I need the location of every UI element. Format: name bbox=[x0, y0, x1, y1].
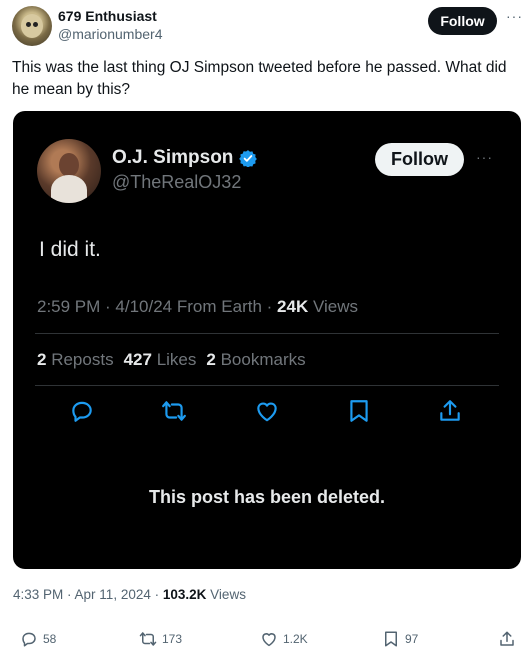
reply-icon bbox=[22, 632, 36, 647]
tweet-date[interactable]: Apr 11, 2024 bbox=[75, 587, 151, 602]
embedded-tweet-text: I did it. bbox=[39, 238, 101, 261]
embedded-follow-button: Follow bbox=[375, 143, 464, 176]
embedded-likes-label: Likes bbox=[156, 350, 197, 369]
bookmark-icon bbox=[350, 400, 368, 422]
embedded-likes-count: 427 bbox=[123, 350, 152, 369]
reply-button[interactable]: 58 bbox=[20, 630, 56, 648]
embedded-views-label: Views bbox=[312, 297, 358, 316]
embedded-time: 2:59 PM bbox=[37, 297, 101, 316]
repost-icon bbox=[139, 632, 157, 646]
repost-count: 173 bbox=[162, 632, 183, 646]
embedded-bookmarks-count: 2 bbox=[206, 350, 216, 369]
share-button[interactable] bbox=[498, 630, 516, 648]
embedded-display-name: O.J. Simpson bbox=[112, 147, 234, 168]
bookmark-button[interactable]: 97 bbox=[382, 630, 418, 648]
action-bar: 58 173 1.2K 97 bbox=[0, 630, 532, 652]
embedded-tweet-stats: 2 Reposts 427 Likes 2 Bookmarks bbox=[37, 350, 306, 370]
embedded-reposts-label: Reposts bbox=[51, 350, 114, 369]
like-button[interactable]: 1.2K bbox=[260, 630, 308, 648]
tweet-meta: 4:33 PM · Apr 11, 2024 · 103.2K Views bbox=[13, 587, 246, 602]
divider bbox=[35, 385, 499, 386]
avatar-shirt bbox=[51, 175, 87, 203]
like-count: 1.2K bbox=[283, 632, 308, 646]
bookmark-icon bbox=[385, 631, 397, 647]
embedded-tweet-meta: 2:59 PM · 4/10/24 From Earth · 24K Views bbox=[37, 297, 358, 316]
like-icon bbox=[262, 633, 276, 647]
tweet-text: This was the last thing OJ Simpson tweet… bbox=[12, 59, 507, 98]
share-icon bbox=[500, 631, 514, 646]
embedded-author-name: O.J. Simpson bbox=[112, 147, 258, 169]
embedded-source: From Earth bbox=[176, 297, 262, 316]
bookmark-count: 97 bbox=[405, 632, 419, 646]
embedded-date: 4/10/24 bbox=[115, 297, 173, 316]
share-icon bbox=[440, 400, 460, 421]
more-icon[interactable]: ··· bbox=[506, 8, 523, 24]
author-display-name[interactable]: 679 Enthusiast bbox=[58, 8, 157, 24]
embedded-more-icon: ··· bbox=[476, 149, 493, 165]
like-icon bbox=[257, 402, 277, 422]
embedded-author-avatar bbox=[37, 139, 101, 203]
avatar-head bbox=[59, 153, 79, 177]
divider bbox=[35, 333, 499, 334]
avatar-eye bbox=[33, 22, 38, 27]
repost-icon bbox=[162, 401, 186, 421]
reply-icon bbox=[72, 401, 92, 422]
tweet-time[interactable]: 4:33 PM bbox=[13, 587, 63, 602]
embedded-action-bar bbox=[13, 398, 521, 426]
avatar-eye bbox=[26, 22, 31, 27]
author-avatar[interactable] bbox=[12, 6, 52, 46]
author-handle[interactable]: @marionumber4 bbox=[58, 26, 162, 42]
repost-button[interactable]: 173 bbox=[139, 630, 182, 648]
reply-count: 58 bbox=[43, 632, 57, 646]
embedded-reposts-count: 2 bbox=[37, 350, 47, 369]
embedded-views-count: 24K bbox=[277, 297, 309, 316]
embedded-handle: @TheRealOJ32 bbox=[112, 172, 242, 192]
follow-button[interactable]: Follow bbox=[428, 7, 497, 35]
embedded-bookmarks-label: Bookmarks bbox=[220, 350, 306, 369]
avatar-face bbox=[21, 14, 43, 38]
deleted-notice: This post has been deleted. bbox=[148, 487, 386, 507]
verified-badge-icon bbox=[239, 150, 258, 167]
embedded-screenshot: O.J. Simpson @TheRealOJ32 Follow ··· I d… bbox=[13, 111, 521, 569]
tweet-views-label: Views bbox=[210, 587, 246, 602]
tweet-views-count: 103.2K bbox=[162, 587, 207, 602]
